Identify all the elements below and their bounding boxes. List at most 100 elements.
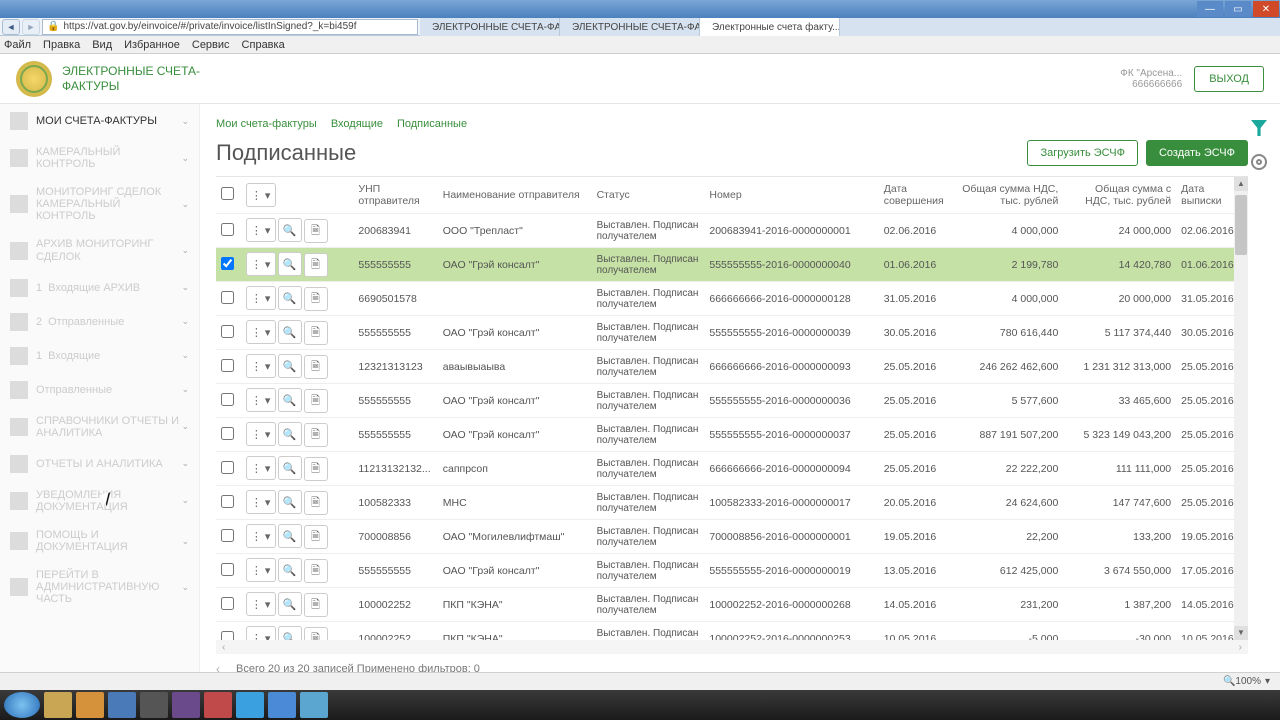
row-checkbox[interactable] bbox=[221, 291, 234, 304]
sidebar-item[interactable]: МОИ СЧЕТА-ФАКТУРЫ⌄ bbox=[0, 104, 199, 138]
back-button[interactable]: ◄ bbox=[2, 19, 20, 35]
taskbar-item[interactable] bbox=[204, 692, 232, 718]
view-icon[interactable]: 🔍 bbox=[278, 320, 302, 344]
table-row[interactable]: ⋮ ▾🔍🗎12321313123аваывыаываВыставлен. Под… bbox=[216, 350, 1248, 384]
taskbar-item[interactable] bbox=[76, 692, 104, 718]
view-icon[interactable]: 🔍 bbox=[278, 456, 302, 480]
row-checkbox[interactable] bbox=[221, 359, 234, 372]
address-bar[interactable]: 🔒https://vat.gov.by/einvoice/#/private/i… bbox=[42, 19, 418, 35]
view-icon[interactable]: 🔍 bbox=[278, 354, 302, 378]
table-row[interactable]: ⋮ ▾🔍🗎100582333МНСВыставлен. Подписан пол… bbox=[216, 486, 1248, 520]
row-checkbox[interactable] bbox=[221, 393, 234, 406]
sidebar-item[interactable]: 1Входящие⌄ bbox=[0, 339, 199, 373]
menu-item[interactable]: Справка bbox=[242, 39, 285, 51]
maximize-button[interactable]: ▭ bbox=[1225, 1, 1251, 17]
row-action-dropdown[interactable]: ⋮ ▾ bbox=[246, 218, 276, 242]
sidebar-item[interactable]: СПРАВОЧНИКИ ОТЧЕТЫ И АНАЛИТИКА⌄ bbox=[0, 407, 199, 447]
row-checkbox[interactable] bbox=[221, 427, 234, 440]
sidebar-item[interactable]: ПЕРЕЙТИ В АДМИНИСТРАТИВНУЮ ЧАСТЬ⌄ bbox=[0, 561, 199, 613]
close-button[interactable]: ✕ bbox=[1253, 1, 1279, 17]
column-header[interactable]: Дата совершения bbox=[879, 177, 951, 214]
view-icon[interactable]: 🔍 bbox=[278, 524, 302, 548]
row-action-dropdown[interactable]: ⋮ ▾ bbox=[246, 626, 276, 640]
bulk-action-dropdown[interactable]: ⋮ ▾ bbox=[246, 183, 276, 207]
row-checkbox[interactable] bbox=[221, 325, 234, 338]
document-icon[interactable]: 🗎 bbox=[304, 559, 328, 583]
document-icon[interactable]: 🗎 bbox=[304, 423, 328, 447]
filter-icon[interactable] bbox=[1251, 120, 1267, 136]
menu-item[interactable]: Вид bbox=[92, 39, 112, 51]
row-action-dropdown[interactable]: ⋮ ▾ bbox=[246, 558, 276, 582]
table-row[interactable]: ⋮ ▾🔍🗎700008856ОАО "Могилевлифтмаш"Выстав… bbox=[216, 520, 1248, 554]
taskbar-item[interactable] bbox=[236, 692, 264, 718]
document-icon[interactable]: 🗎 bbox=[304, 491, 328, 515]
minimize-button[interactable]: — bbox=[1197, 1, 1223, 17]
column-header[interactable]: ⋮ ▾ bbox=[241, 177, 354, 214]
row-action-dropdown[interactable]: ⋮ ▾ bbox=[246, 490, 276, 514]
row-action-dropdown[interactable]: ⋮ ▾ bbox=[246, 354, 276, 378]
row-action-dropdown[interactable]: ⋮ ▾ bbox=[246, 388, 276, 412]
document-icon[interactable]: 🗎 bbox=[304, 525, 328, 549]
row-checkbox[interactable] bbox=[221, 495, 234, 508]
column-header[interactable]: Общая сумма НДС, тыс. рублей bbox=[951, 177, 1064, 214]
table-row[interactable]: ⋮ ▾🔍🗎200683941ООО "Трепласт"Выставлен. П… bbox=[216, 214, 1248, 248]
sidebar-item[interactable]: 1Входящие АРХИВ⌄ bbox=[0, 271, 199, 305]
view-icon[interactable]: 🔍 bbox=[278, 422, 302, 446]
view-icon[interactable]: 🔍 bbox=[278, 592, 302, 616]
column-header[interactable]: Статус bbox=[592, 177, 705, 214]
sidebar-item[interactable]: ПОМОЩЬ И ДОКУМЕНТАЦИЯ⌄ bbox=[0, 521, 199, 561]
view-icon[interactable]: 🔍 bbox=[278, 558, 302, 582]
sidebar-item[interactable]: МОНИТОРИНГ СДЕЛОК КАМЕРАЛЬНЫЙ КОНТРОЛЬ⌄ bbox=[0, 178, 199, 230]
menu-item[interactable]: Избранное bbox=[124, 39, 180, 51]
row-checkbox[interactable] bbox=[221, 563, 234, 576]
vertical-scrollbar[interactable]: ▲ ▼ bbox=[1234, 177, 1248, 640]
taskbar-item[interactable] bbox=[268, 692, 296, 718]
row-checkbox[interactable] bbox=[221, 461, 234, 474]
table-row[interactable]: ⋮ ▾🔍🗎555555555ОАО "Грэй консалт"Выставле… bbox=[216, 554, 1248, 588]
table-row[interactable]: ⋮ ▾🔍🗎6690501578Выставлен. Подписан получ… bbox=[216, 282, 1248, 316]
document-icon[interactable]: 🗎 bbox=[304, 287, 328, 311]
row-action-dropdown[interactable]: ⋮ ▾ bbox=[246, 592, 276, 616]
table-row[interactable]: ⋮ ▾🔍🗎100002252ПКП "КЭНА"Выставлен. Подпи… bbox=[216, 588, 1248, 622]
browser-tab[interactable]: ЭЛЕКТРОННЫЕ СЧЕТА-ФАКТ... bbox=[560, 18, 700, 36]
breadcrumb-item[interactable]: Мои счета-фактуры bbox=[216, 118, 317, 130]
upload-button[interactable]: Загрузить ЭСЧФ bbox=[1027, 140, 1137, 166]
column-header[interactable] bbox=[216, 177, 241, 214]
row-action-dropdown[interactable]: ⋮ ▾ bbox=[246, 320, 276, 344]
sidebar-item[interactable]: ОТЧЕТЫ И АНАЛИТИКА⌄ bbox=[0, 447, 199, 481]
menu-item[interactable]: Правка bbox=[43, 39, 80, 51]
forward-button[interactable]: ► bbox=[22, 19, 40, 35]
table-row[interactable]: ⋮ ▾🔍🗎555555555ОАО "Грэй консалт"Выставле… bbox=[216, 384, 1248, 418]
logout-button[interactable]: ВЫХОД bbox=[1194, 66, 1264, 92]
row-checkbox[interactable] bbox=[221, 223, 234, 236]
document-icon[interactable]: 🗎 bbox=[304, 219, 328, 243]
column-header[interactable]: Наименование отправителя bbox=[438, 177, 592, 214]
menu-item[interactable]: Сервис bbox=[192, 39, 230, 51]
breadcrumb-item[interactable]: Подписанные bbox=[397, 118, 467, 130]
row-checkbox[interactable] bbox=[221, 631, 234, 641]
sidebar-item[interactable]: Отправленные⌄ bbox=[0, 373, 199, 407]
document-icon[interactable]: 🗎 bbox=[304, 593, 328, 617]
document-icon[interactable]: 🗎 bbox=[304, 389, 328, 413]
row-action-dropdown[interactable]: ⋮ ▾ bbox=[246, 456, 276, 480]
row-action-dropdown[interactable]: ⋮ ▾ bbox=[246, 524, 276, 548]
menu-item[interactable]: Файл bbox=[4, 39, 31, 51]
document-icon[interactable]: 🗎 bbox=[304, 627, 328, 640]
view-icon[interactable]: 🔍 bbox=[278, 388, 302, 412]
taskbar-item[interactable] bbox=[172, 692, 200, 718]
row-action-dropdown[interactable]: ⋮ ▾ bbox=[246, 422, 276, 446]
taskbar-item[interactable] bbox=[140, 692, 168, 718]
table-row[interactable]: ⋮ ▾🔍🗎100002252ПКП "КЭНА"Выставлен. Подпи… bbox=[216, 622, 1248, 641]
column-header[interactable]: Общая сумма с НДС, тыс. рублей bbox=[1063, 177, 1176, 214]
row-checkbox[interactable] bbox=[221, 597, 234, 610]
select-all-checkbox[interactable] bbox=[221, 187, 234, 200]
settings-icon[interactable] bbox=[1251, 154, 1267, 170]
table-row[interactable]: ⋮ ▾🔍🗎555555555ОАО "Грэй консалт"Выставле… bbox=[216, 316, 1248, 350]
sidebar-item[interactable]: АРХИВ МОНИТОРИНГ СДЕЛОК⌄ bbox=[0, 230, 199, 270]
create-button[interactable]: Создать ЭСЧФ bbox=[1146, 140, 1248, 166]
table-row[interactable]: ⋮ ▾🔍🗎555555555ОАО "Грэй консалт"Выставле… bbox=[216, 248, 1248, 282]
view-icon[interactable]: 🔍 bbox=[278, 286, 302, 310]
document-icon[interactable]: 🗎 bbox=[304, 355, 328, 379]
taskbar-item[interactable] bbox=[300, 692, 328, 718]
view-icon[interactable]: 🔍 bbox=[278, 626, 302, 640]
